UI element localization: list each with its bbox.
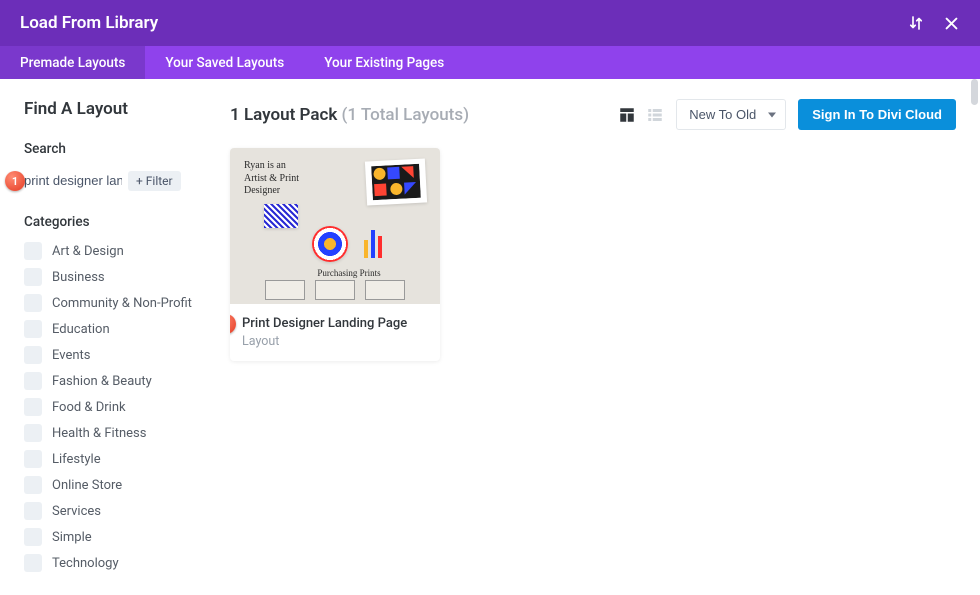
checkbox-icon[interactable] bbox=[24, 242, 42, 260]
category-item[interactable]: Community & Non-Profit bbox=[24, 294, 210, 312]
thumb-section-label: Purchasing Prints bbox=[244, 268, 440, 278]
main-header: 1 Layout Pack (1 Total Layouts) bbox=[230, 99, 956, 130]
checkbox-icon[interactable] bbox=[24, 528, 42, 546]
checkbox-icon[interactable] bbox=[24, 320, 42, 338]
modal-header: Load From Library bbox=[0, 0, 980, 46]
category-label: Art & Design bbox=[52, 244, 124, 259]
checkbox-icon[interactable] bbox=[24, 294, 42, 312]
category-label: Food & Drink bbox=[52, 400, 126, 415]
category-item[interactable]: Art & Design bbox=[24, 242, 210, 260]
layout-card[interactable]: Ryan is an Artist & Print Designer Purch… bbox=[230, 148, 440, 361]
sort-select-wrap: New To Old bbox=[676, 99, 786, 130]
checkbox-icon[interactable] bbox=[24, 502, 42, 520]
category-item[interactable]: Health & Fitness bbox=[24, 424, 210, 442]
category-item[interactable]: Lifestyle bbox=[24, 450, 210, 468]
category-label: Technology bbox=[52, 556, 119, 571]
checkbox-icon[interactable] bbox=[24, 424, 42, 442]
sort-select[interactable]: New To Old bbox=[676, 99, 786, 130]
category-label: Online Store bbox=[52, 478, 122, 493]
category-label: Events bbox=[52, 348, 90, 363]
category-label: Lifestyle bbox=[52, 452, 101, 467]
view-toggle bbox=[618, 106, 664, 124]
main-area: 1 Layout Pack (1 Total Layouts) bbox=[210, 79, 980, 595]
checkbox-icon[interactable] bbox=[24, 398, 42, 416]
category-item[interactable]: Fashion & Beauty bbox=[24, 372, 210, 390]
category-item[interactable]: Business bbox=[24, 268, 210, 286]
count-label: Layout Pack bbox=[244, 105, 337, 125]
checkbox-icon[interactable] bbox=[24, 372, 42, 390]
category-item[interactable]: Simple bbox=[24, 528, 210, 546]
category-label: Fashion & Beauty bbox=[52, 374, 152, 389]
search-input[interactable] bbox=[24, 169, 122, 192]
category-label: Health & Fitness bbox=[52, 426, 146, 441]
controls: New To Old Sign In To Divi Cloud bbox=[618, 99, 956, 130]
checkbox-icon[interactable] bbox=[24, 554, 42, 572]
search-label: Search bbox=[24, 141, 210, 157]
count-number: 1 bbox=[230, 105, 240, 125]
count-sub: (1 Total Layouts) bbox=[342, 105, 470, 125]
thumb-boxes bbox=[230, 280, 440, 304]
annotation-badge-2: 2 bbox=[230, 314, 236, 334]
close-icon[interactable] bbox=[943, 15, 960, 32]
results-count: 1 Layout Pack (1 Total Layouts) bbox=[230, 105, 469, 125]
thumb-pattern-target bbox=[312, 226, 348, 262]
tab-existing-pages[interactable]: Your Existing Pages bbox=[304, 46, 464, 79]
checkbox-icon[interactable] bbox=[24, 476, 42, 494]
list-view-icon[interactable] bbox=[646, 106, 664, 124]
tabs: Premade Layouts Your Saved Layouts Your … bbox=[0, 46, 980, 79]
category-item[interactable]: Services bbox=[24, 502, 210, 520]
filter-chip[interactable]: + Filter bbox=[128, 171, 181, 191]
checkbox-icon[interactable] bbox=[24, 346, 42, 364]
scrollbar-thumb[interactable] bbox=[971, 79, 978, 105]
cards-grid: Ryan is an Artist & Print Designer Purch… bbox=[230, 148, 956, 361]
card-subtitle: Layout bbox=[242, 334, 428, 349]
thumb-pattern-stripes bbox=[264, 204, 298, 228]
annotation-badge-1: 1 bbox=[5, 171, 25, 191]
thumb-pattern-bars bbox=[364, 230, 382, 258]
sidebar: Find A Layout Search 1 + Filter Categori… bbox=[0, 79, 210, 595]
category-label: Simple bbox=[52, 530, 92, 545]
import-export-icon[interactable] bbox=[907, 14, 925, 32]
header-actions bbox=[907, 14, 960, 32]
category-label: Services bbox=[52, 504, 101, 519]
categories-list: Art & Design Business Community & Non-Pr… bbox=[24, 242, 210, 572]
category-item[interactable]: Online Store bbox=[24, 476, 210, 494]
search-row: 1 + Filter bbox=[24, 169, 210, 192]
grid-view-icon[interactable] bbox=[618, 106, 636, 124]
category-item[interactable]: Technology bbox=[24, 554, 210, 572]
checkbox-icon[interactable] bbox=[24, 268, 42, 286]
category-label: Community & Non-Profit bbox=[52, 296, 192, 311]
card-body: 2 Print Designer Landing Page Layout bbox=[230, 304, 440, 361]
signin-button[interactable]: Sign In To Divi Cloud bbox=[798, 99, 956, 130]
category-item[interactable]: Food & Drink bbox=[24, 398, 210, 416]
sidebar-title: Find A Layout bbox=[24, 99, 210, 119]
thumb-pattern-geometric bbox=[365, 158, 427, 205]
card-title: Print Designer Landing Page bbox=[242, 316, 428, 331]
category-label: Education bbox=[52, 322, 110, 337]
tab-premade-layouts[interactable]: Premade Layouts bbox=[0, 46, 145, 79]
card-thumbnail: Ryan is an Artist & Print Designer Purch… bbox=[230, 148, 440, 304]
category-item[interactable]: Events bbox=[24, 346, 210, 364]
category-item[interactable]: Education bbox=[24, 320, 210, 338]
categories-label: Categories bbox=[24, 214, 210, 230]
category-label: Business bbox=[52, 270, 105, 285]
checkbox-icon[interactable] bbox=[24, 450, 42, 468]
modal-title: Load From Library bbox=[20, 13, 158, 33]
tab-saved-layouts[interactable]: Your Saved Layouts bbox=[145, 46, 304, 79]
